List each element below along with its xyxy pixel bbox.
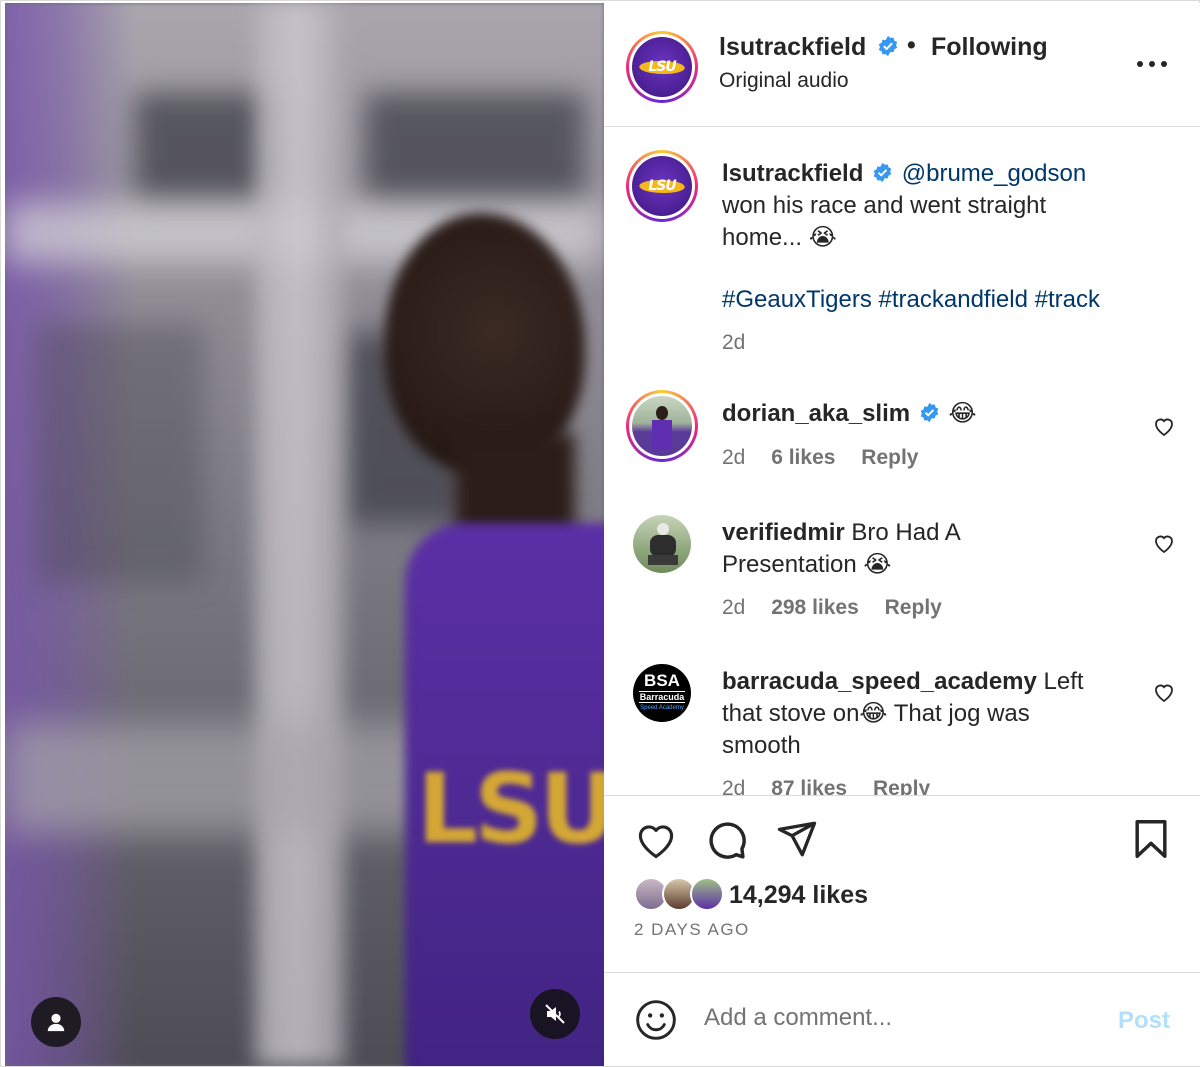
likes-count[interactable]: 14,294 likes — [729, 881, 868, 910]
comment-2-body-line2: Presentation 😭 — [722, 551, 892, 578]
commenter-avatar[interactable] — [626, 390, 698, 462]
author-avatar[interactable]: LSU — [626, 31, 698, 103]
caption-mention[interactable]: @brume_godson — [902, 160, 1086, 187]
share-paper-plane-icon[interactable] — [776, 818, 818, 860]
comment-3-username[interactable]: barracuda_speed_academy — [722, 668, 1037, 695]
author-username-line[interactable]: lsutrackfield — [719, 33, 899, 62]
lsu-logo: LSU — [632, 37, 692, 97]
reel-video[interactable]: LSU — [5, 3, 604, 1066]
caption-username[interactable]: lsutrackfield — [722, 160, 863, 187]
comment-1-body: 😂 — [948, 400, 977, 427]
caption-line1: won his race and went straight — [722, 192, 1047, 219]
caption-text: lsutrackfield @brume_godson won his race… — [722, 158, 1086, 254]
post-date[interactable]: 2 DAYS AGO — [634, 920, 750, 940]
comment-2-meta: 2d 298 likes Reply — [722, 596, 962, 620]
comment-2-reply-button[interactable]: Reply — [885, 596, 942, 619]
bsa-logo-text: BSA — [644, 671, 680, 690]
video-window-shape — [365, 93, 585, 203]
verified-badge-icon — [879, 36, 898, 57]
comments-list[interactable]: LSU lsutrackfield @brume_godson won his … — [604, 128, 1200, 795]
comment-2-age: 2d — [722, 596, 746, 619]
audio-link[interactable]: Original audio — [719, 69, 849, 93]
comment-1-text: dorian_aka_slim 😂 — [722, 398, 977, 430]
mute-toggle-button[interactable] — [530, 989, 580, 1039]
comment-3-reply-button[interactable]: Reply — [873, 777, 930, 795]
verified-badge-icon — [920, 403, 939, 423]
comment-2-username[interactable]: verifiedmir — [722, 519, 845, 546]
caption-age: 2d — [722, 331, 746, 354]
video-window-shape — [35, 323, 205, 583]
header-separator: • — [907, 31, 916, 59]
like-comment-3-icon[interactable] — [1152, 680, 1176, 704]
bsa-logo-subtext: Barracuda — [639, 691, 685, 703]
comment-2-likes[interactable]: 298 likes — [771, 596, 859, 619]
tagged-users-button[interactable] — [31, 997, 81, 1047]
save-bookmark-icon[interactable] — [1132, 818, 1170, 860]
post-comment-button[interactable]: Post — [1118, 1007, 1170, 1035]
comment-composer: Post — [604, 974, 1200, 1066]
comment-3-text: barracuda_speed_academy Left that stove … — [722, 666, 1084, 762]
speaker-muted-icon — [545, 1004, 565, 1024]
comment-3-meta: 2d 87 likes Reply — [722, 777, 950, 795]
comment-3-age: 2d — [722, 777, 746, 795]
video-pillar-shape — [255, 3, 345, 1066]
like-comment-2-icon[interactable] — [1152, 531, 1176, 555]
author-username[interactable]: lsutrackfield — [719, 33, 866, 61]
comment-3-body-line2: that stove on😂 That jog was — [722, 700, 1030, 727]
comment-2-body-line1: Bro Had A — [851, 519, 961, 546]
more-options-icon[interactable] — [1134, 57, 1170, 71]
comment-1-likes[interactable]: 6 likes — [771, 446, 835, 469]
comment-1-age: 2d — [722, 446, 746, 469]
comment-bubble-icon[interactable] — [704, 818, 748, 862]
lsu-logo: LSU — [632, 156, 692, 216]
jersey-lettering: LSU — [417, 753, 604, 865]
like-comment-1-icon[interactable] — [1152, 414, 1176, 438]
post-modal: LSU LSU lsutrackfield • Following Origin… — [0, 0, 1200, 1067]
following-button[interactable]: Following — [931, 33, 1048, 62]
emoji-smiley-icon[interactable] — [634, 998, 678, 1042]
comment-3-likes[interactable]: 87 likes — [771, 777, 847, 795]
post-side-panel: LSU lsutrackfield • Following Original a… — [604, 3, 1200, 1066]
comment-3-body-line1: Left — [1043, 668, 1084, 695]
video-athlete: LSU — [365, 193, 604, 1066]
comment-3-body-line3: smooth — [722, 732, 801, 759]
bsa-logo-caption: Speed Academy — [640, 705, 684, 711]
commenter-avatar[interactable]: BSA Barracuda Speed Academy — [633, 664, 691, 722]
verified-badge-icon — [873, 163, 892, 183]
caption-avatar[interactable]: LSU — [626, 150, 698, 222]
add-comment-input[interactable] — [704, 1004, 1094, 1032]
user-icon — [47, 1013, 65, 1032]
caption-line2: home... 😭 — [722, 224, 837, 251]
commenter-photo — [632, 396, 692, 456]
caption-hashtags[interactable]: #GeauxTigers #trackandfield #track — [722, 284, 1100, 316]
video-window-shape — [135, 93, 275, 203]
commenter-avatar[interactable] — [633, 515, 691, 573]
comment-1-username[interactable]: dorian_aka_slim — [722, 400, 910, 427]
comment-1-reply-button[interactable]: Reply — [861, 446, 918, 469]
like-heart-icon[interactable] — [634, 818, 678, 862]
liker-avatar — [690, 877, 724, 911]
comment-2-text: verifiedmir Bro Had A Presentation 😭 — [722, 517, 961, 581]
comment-1-meta: 2d 6 likes Reply — [722, 446, 938, 470]
post-header: LSU lsutrackfield • Following Original a… — [604, 3, 1200, 127]
